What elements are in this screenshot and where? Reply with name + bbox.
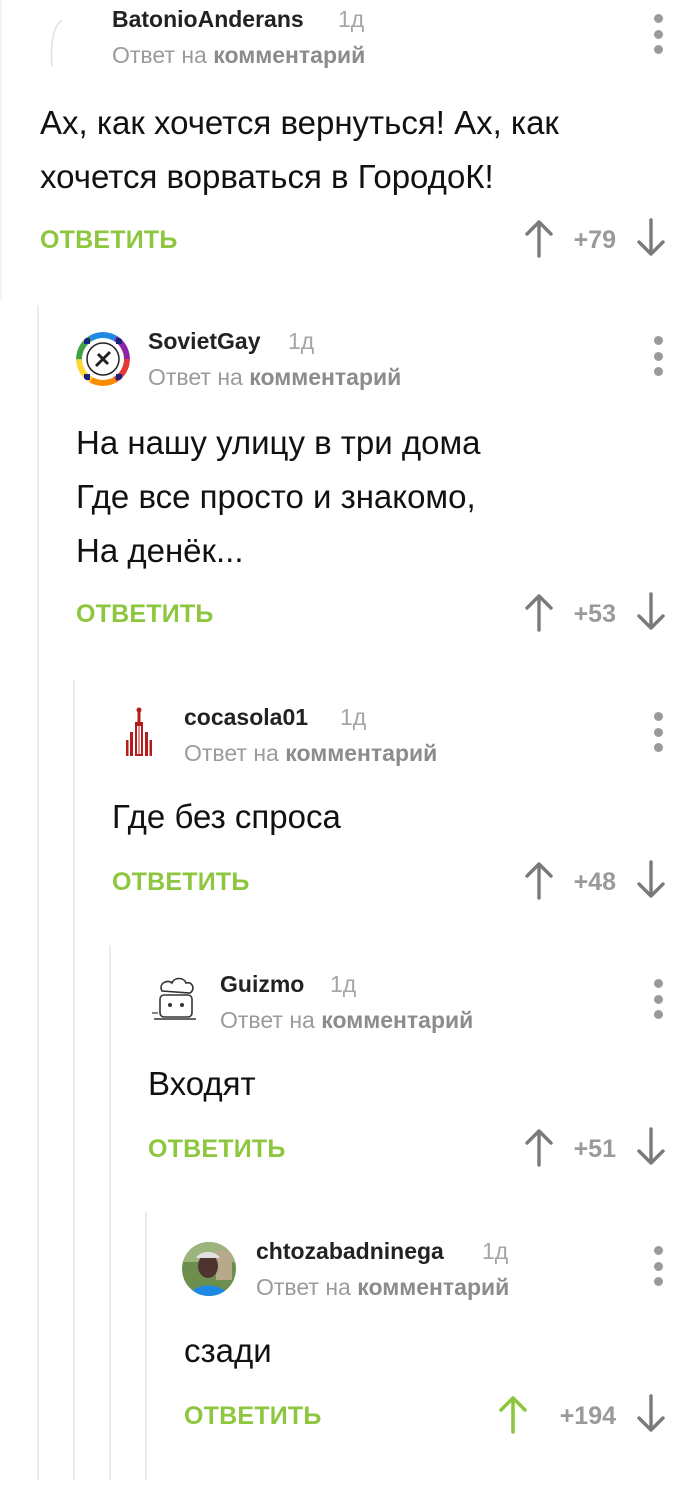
thread-line-3 [109, 945, 111, 1480]
comment: chtozabadninega 1д Ответ на комментарий … [182, 1232, 700, 1452]
reply-to-link[interactable]: комментарий [285, 740, 437, 766]
thread-line-1 [37, 305, 39, 1480]
toaster-chef-avatar[interactable] [148, 973, 202, 1027]
reply-to-link[interactable]: комментарий [357, 1274, 509, 1300]
comment-author[interactable]: cocasola01 [184, 704, 308, 731]
more-menu-icon[interactable] [652, 1246, 664, 1286]
upvote-arrow-icon[interactable] [524, 1127, 554, 1167]
upvote-arrow-icon[interactable] [498, 1394, 528, 1434]
downvote-arrow-icon[interactable] [636, 592, 666, 632]
reply-button[interactable]: ОТВЕТИТЬ [40, 226, 178, 255]
reply-to-label: Ответ на комментарий [184, 740, 438, 766]
reply-to-label: Ответ на комментарий [148, 364, 402, 390]
comment: Guizmo 1д Ответ на комментарий Входят ОТ… [148, 965, 700, 1185]
comment-text: сзади [184, 1332, 272, 1369]
comment: BatonioAnderans 1д Ответ на комментарий … [40, 0, 700, 290]
upvote-arrow-icon[interactable] [524, 592, 554, 632]
reply-button[interactable]: ОТВЕТИТЬ [76, 600, 214, 629]
more-menu-icon[interactable] [652, 712, 664, 752]
upvote-arrow-icon[interactable] [524, 218, 554, 258]
more-menu-icon[interactable] [652, 336, 664, 376]
reply-to-link[interactable]: комментарий [213, 42, 365, 68]
rating: +51 [573, 1135, 616, 1163]
comment-text: Ах, как хочется вернуться! Ах, как хочет… [40, 104, 559, 195]
rating: +79 [573, 226, 616, 254]
comment-author[interactable]: SovietGay [148, 328, 261, 355]
thread-line-top [0, 0, 2, 300]
comment-text: Где без спроса [112, 798, 341, 835]
reply-to-link[interactable]: комментарий [249, 364, 401, 390]
avatar[interactable] [40, 16, 70, 70]
downvote-arrow-icon[interactable] [636, 218, 666, 258]
comment: SovietGay 1д Ответ на комментарий На наш… [76, 322, 700, 652]
comment-time: 1д [330, 971, 357, 997]
downvote-arrow-icon[interactable] [636, 860, 666, 900]
reply-to-label: Ответ на комментарий [256, 1274, 510, 1300]
comment-time: 1д [340, 704, 367, 730]
reply-button[interactable]: ОТВЕТИТЬ [184, 1402, 322, 1431]
thread-line-4 [145, 1212, 147, 1480]
rating: +53 [573, 600, 616, 628]
red-tower-avatar[interactable] [112, 704, 166, 758]
comment-author[interactable]: chtozabadninega [256, 1238, 444, 1265]
comment-time: 1д [288, 328, 315, 354]
reply-to-link[interactable]: комментарий [321, 1007, 473, 1033]
reply-to-label: Ответ на комментарий [220, 1007, 474, 1033]
upvote-arrow-icon[interactable] [524, 860, 554, 900]
rating: +48 [573, 868, 616, 896]
more-menu-icon[interactable] [652, 979, 664, 1019]
comment-author[interactable]: Guizmo [220, 971, 304, 998]
rating: +194 [559, 1402, 616, 1430]
comment: cocasola01 1д Ответ на комментарий Где б… [112, 698, 700, 918]
rainbow-emblem-avatar[interactable] [76, 332, 130, 386]
thread-line-2 [73, 680, 75, 1480]
more-menu-icon[interactable] [652, 14, 664, 54]
comment-text: На нашу улицу в три дома Где все просто … [76, 424, 481, 569]
downvote-arrow-icon[interactable] [636, 1127, 666, 1167]
reply-button[interactable]: ОТВЕТИТЬ [112, 868, 250, 897]
comment-text: Входят [148, 1065, 256, 1102]
comment-time: 1д [482, 1238, 509, 1264]
photo-avatar[interactable] [182, 1242, 236, 1296]
reply-button[interactable]: ОТВЕТИТЬ [148, 1135, 286, 1164]
comment-author[interactable]: BatonioAnderans [112, 6, 304, 33]
downvote-arrow-icon[interactable] [636, 1394, 666, 1434]
reply-to-label: Ответ на комментарий [112, 42, 366, 68]
comment-time: 1д [338, 6, 365, 32]
